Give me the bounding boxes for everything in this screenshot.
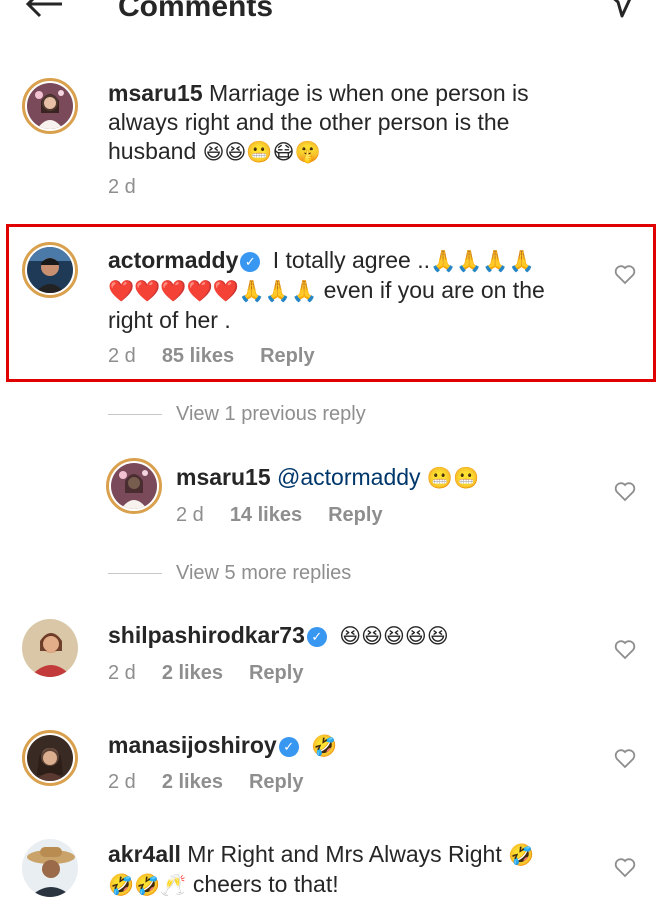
avatar-photo [111,463,157,509]
reply-username[interactable]: msaru15 [176,464,271,490]
avatar-photo [22,619,78,677]
avatar-photo [22,839,78,897]
comment-emojis-1: 🙏🙏🙏🙏 [430,249,535,273]
comment-username[interactable]: manasijoshiroy [108,732,277,758]
reply-button[interactable]: Reply [249,662,303,684]
comment-emojis: 😆😆😆😆😆 [339,624,449,648]
comment-time: 2 d [108,662,136,684]
page-title: Comments [118,0,274,23]
comment-username[interactable]: msaru15 [108,80,203,106]
comment-time: 2 d [108,771,136,793]
comment-emojis: 🤣 [311,734,338,758]
comment-username[interactable]: shilpashirodkar73 [108,622,305,648]
reply-button[interactable]: Reply [249,771,303,793]
reply-button[interactable]: Reply [328,504,382,526]
avatar[interactable] [22,242,78,298]
comment-username[interactable]: akr4all [108,841,181,867]
comment-meta: 2 d 85 likes Reply [108,345,341,368]
comment-text: actormaddy ✓ I totally agree ..🙏🙏🙏🙏 ❤️❤️❤… [108,246,608,335]
avatar[interactable] [106,458,162,514]
heart-icon[interactable] [614,265,636,285]
comment-meta: 2 d 2 likes Reply [108,662,329,685]
comment-body-line2: always right and the other person is the [108,109,510,135]
verified-badge-icon: ✓ [306,627,327,647]
avatar-photo [27,735,73,781]
avatar-photo [27,247,73,293]
heart-icon[interactable] [614,749,636,769]
header: Comments [0,0,670,40]
comment-likes[interactable]: 2 likes [162,662,223,684]
avatar[interactable] [22,730,78,786]
avatar[interactable] [22,78,78,134]
view-previous-replies[interactable]: View 1 previous reply [176,403,366,426]
divider-line [108,573,162,574]
verified-badge-icon: ✓ [278,737,299,757]
back-arrow-icon[interactable] [22,0,66,28]
comment-likes[interactable]: 85 likes [162,345,234,367]
reply-text: msaru15 @actormaddy 😬😬 [176,463,596,493]
divider-line [108,414,162,415]
comment-emoji-1: 🤣 [508,843,535,867]
comment-text: msaru15 Marriage is when one person is a… [108,79,608,167]
reply-emojis: 😬😬 [426,466,480,490]
view-more-replies[interactable]: View 5 more replies [176,562,351,585]
avatar[interactable] [22,619,78,677]
comment-emojis-2: 🤣🤣🥂 [108,873,187,897]
heart-icon[interactable] [614,482,636,502]
reply-meta: 2 d 14 likes Reply [176,504,409,527]
reply-mention-link[interactable]: @actormaddy [277,464,421,490]
heart-icon[interactable] [614,858,636,878]
comment-body-part3: right of her . [108,307,231,333]
avatar[interactable] [22,839,78,897]
comment-text: shilpashirodkar73 ✓ 😆😆😆😆😆 [108,621,608,651]
comment-meta: 2 d [108,176,162,199]
avatar-photo [27,83,73,129]
comment-body-part2: cheers to that! [192,871,339,897]
comment-body-line3: husband [108,138,197,164]
comment-text: akr4all Mr Right and Mrs Always Right 🤣 … [108,840,608,900]
comment-emojis: 😆😆😬😷🤫 [202,140,321,164]
comment-emojis-2: ❤️❤️❤️❤️❤️🙏🙏🙏 [108,279,318,303]
comment-body-part2: even if you are on the [323,277,545,303]
comment-time: 2 d [108,176,136,198]
heart-icon[interactable] [614,640,636,660]
comment-body-part1: Mr Right and Mrs Always Right [187,841,502,867]
comment-body-line1: Marriage is when one person is [209,80,529,106]
verified-badge-icon: ✓ [240,252,261,272]
comment-likes[interactable]: 2 likes [162,771,223,793]
comment-text: manasijoshiroy ✓ 🤣 [108,731,608,761]
comment-body-part1: I totally agree .. [272,247,431,273]
send-icon[interactable] [600,0,640,26]
comment-time: 2 d [108,345,136,367]
reply-button[interactable]: Reply [260,345,314,367]
reply-likes[interactable]: 14 likes [230,504,302,526]
reply-time: 2 d [176,504,204,526]
comment-username[interactable]: actormaddy [108,247,238,273]
comment-meta: 2 d 2 likes Reply [108,771,329,794]
